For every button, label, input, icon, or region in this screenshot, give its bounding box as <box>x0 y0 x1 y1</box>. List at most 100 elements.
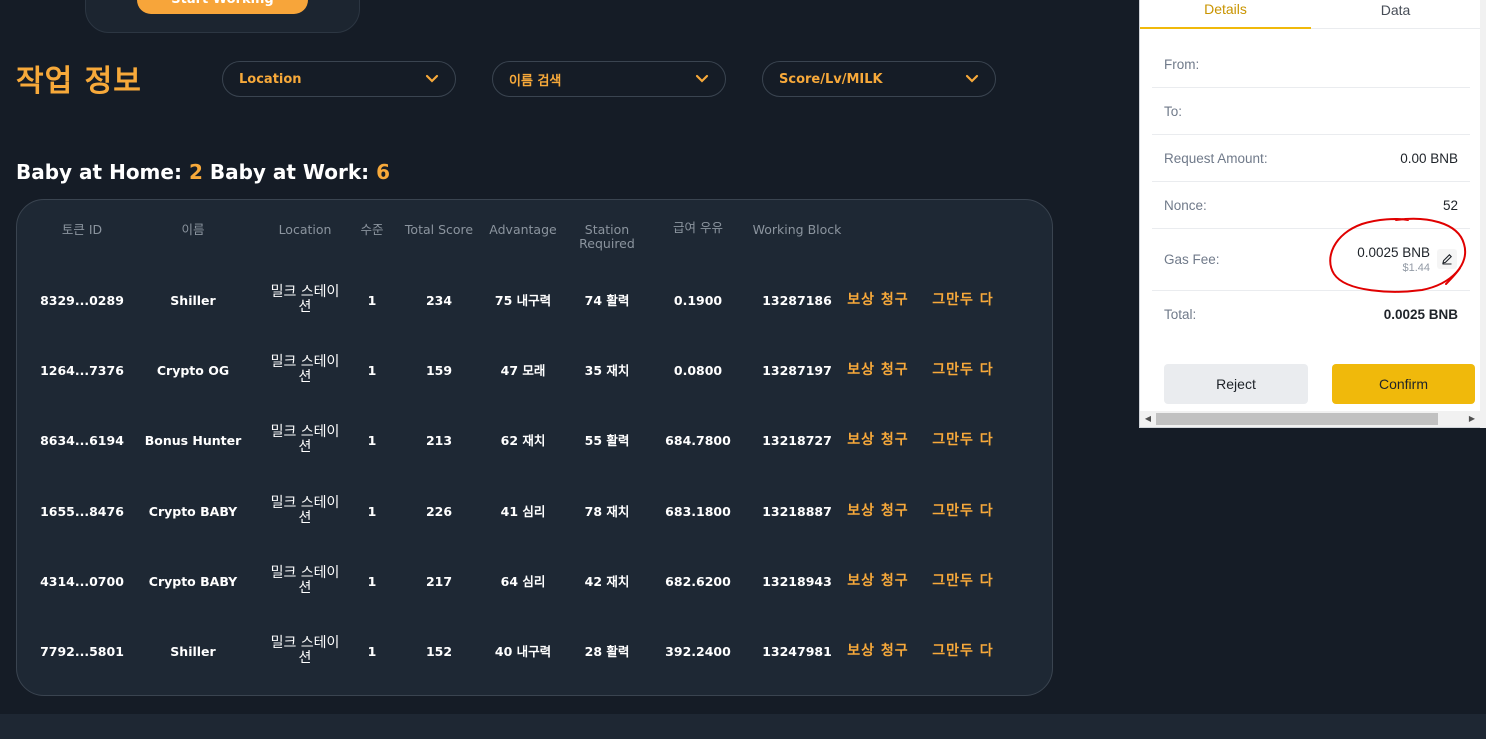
pencil-icon <box>1442 254 1452 265</box>
cell-token-id: 7792...5801 <box>40 643 124 659</box>
scrollbar-thumb[interactable] <box>1156 413 1438 425</box>
request-amount-row: Request Amount: 0.00 BNB <box>1152 135 1470 182</box>
confirm-button[interactable]: Confirm <box>1332 364 1475 404</box>
cell-milk: 0.1900 <box>673 292 723 308</box>
cell-token-id: 1655...8476 <box>40 503 124 519</box>
to-row: To: <box>1152 88 1470 135</box>
cell-level: 1 <box>367 362 377 378</box>
cell-station: 74 활력 <box>584 292 630 308</box>
nonce-value: 52 <box>1442 197 1458 213</box>
cell-total-score: 234 <box>425 292 453 308</box>
cell-level: 1 <box>367 292 377 308</box>
cell-advantage: 75 내구력 <box>494 292 552 308</box>
claim-reward-button[interactable]: 보상 청구 <box>843 405 913 475</box>
request-amount-label: Request Amount: <box>1164 150 1268 166</box>
sort-dropdown[interactable]: Score/Lv/MILK <box>762 61 996 97</box>
tab-data[interactable]: Data <box>1311 0 1480 29</box>
wallet-tabs: Details Data <box>1140 0 1480 29</box>
chevron-down-icon <box>695 74 709 83</box>
cell-milk: 0.0800 <box>673 362 723 378</box>
claim-reward-button[interactable]: 보상 청구 <box>843 616 913 686</box>
claim-reward-button[interactable]: 보상 청구 <box>843 476 913 546</box>
cell-advantage: 47 모래 <box>500 362 546 378</box>
header-level: 수준 <box>360 222 384 237</box>
cell-level: 1 <box>367 432 377 448</box>
cell-token-id: 8329...0289 <box>40 292 124 308</box>
cell-working-block: 13218887 <box>762 503 832 519</box>
cell-token-id: 8634...6194 <box>40 432 124 448</box>
cell-level: 1 <box>367 643 377 659</box>
scroll-left-icon[interactable]: ◀ <box>1140 411 1156 427</box>
from-row: From: <box>1152 41 1470 88</box>
quit-button[interactable]: 그만두 다 <box>927 616 999 686</box>
quit-button[interactable]: 그만두 다 <box>927 335 999 405</box>
from-label: From: <box>1164 56 1200 72</box>
table-row: 1655...8476 Crypto BABY 밀크 스테이션 1 226 41… <box>17 476 1052 546</box>
wallet-confirm-popup: Details Data From: To: Request Amount: 0… <box>1139 0 1486 428</box>
cell-name: Bonus Hunter <box>144 432 242 448</box>
header-total-score: Total Score <box>404 222 474 237</box>
cell-working-block: 13247981 <box>762 643 832 659</box>
cell-advantage: 62 재치 <box>500 432 546 448</box>
cell-location: 밀크 스테이션 <box>270 565 340 596</box>
cell-milk: 683.1800 <box>665 503 731 519</box>
scroll-right-icon[interactable]: ▶ <box>1464 411 1480 427</box>
cell-name: Crypto OG <box>156 362 230 378</box>
quit-button[interactable]: 그만두 다 <box>927 546 999 616</box>
quit-button[interactable]: 그만두 다 <box>927 405 999 475</box>
total-label: Total: <box>1164 306 1197 322</box>
reject-button[interactable]: Reject <box>1164 364 1308 404</box>
cell-advantage: 40 내구력 <box>494 643 552 659</box>
quit-button[interactable]: 그만두 다 <box>927 476 999 546</box>
cell-working-block: 13287186 <box>762 292 832 308</box>
cell-milk: 684.7800 <box>665 432 731 448</box>
cell-working-block: 13287197 <box>762 362 832 378</box>
table-row: 4314...0700 Crypto BABY 밀크 스테이션 1 217 64… <box>17 546 1052 616</box>
header-station-required: Station Required <box>579 222 635 251</box>
header-milk-pay: 급여 우유 <box>673 220 723 235</box>
sort-dropdown-label: Score/Lv/MILK <box>779 71 883 87</box>
cell-working-block: 13218943 <box>762 573 832 589</box>
cell-station: 78 재치 <box>584 503 630 519</box>
location-dropdown[interactable]: Location <box>222 61 456 97</box>
home-label: Baby at Home: <box>16 160 182 184</box>
edit-gas-button[interactable] <box>1437 249 1457 269</box>
cell-name: Shiller <box>170 643 216 659</box>
cell-station: 28 활력 <box>584 643 630 659</box>
name-search-dropdown[interactable]: 이름 검색 <box>492 61 726 97</box>
request-amount-value: 0.00 BNB <box>1400 150 1458 166</box>
cell-station: 42 재치 <box>584 573 630 589</box>
gas-fee-usd: $1.44 <box>1402 262 1430 274</box>
home-count: 2 <box>188 160 203 184</box>
cell-token-id: 1264...7376 <box>40 362 124 378</box>
nonce-row: Nonce: 52 <box>1152 182 1470 229</box>
gas-fee-label: Gas Fee: <box>1164 252 1220 267</box>
cell-working-block: 13218727 <box>762 432 832 448</box>
cell-location: 밀크 스테이션 <box>270 424 340 455</box>
claim-reward-button[interactable]: 보상 청구 <box>843 546 913 616</box>
quit-button[interactable]: 그만두 다 <box>927 265 999 335</box>
table-row: 8634...6194 Bonus Hunter 밀크 스테이션 1 213 6… <box>17 405 1052 475</box>
baby-summary: Baby at Home: 2 Baby at Work: 6 <box>16 160 390 184</box>
page-title: 작업 정보 <box>16 64 142 99</box>
cell-total-score: 159 <box>425 362 453 378</box>
name-search-dropdown-label: 이름 검색 <box>509 73 562 89</box>
vertical-scrollbar[interactable] <box>1480 0 1486 428</box>
tab-details[interactable]: Details <box>1140 0 1311 29</box>
claim-reward-button[interactable]: 보상 청구 <box>843 335 913 405</box>
cell-total-score: 152 <box>425 643 453 659</box>
location-dropdown-label: Location <box>239 71 302 87</box>
claim-reward-button[interactable]: 보상 청구 <box>843 265 913 335</box>
cell-name: Shiller <box>170 292 216 308</box>
table-row: 8329...0289 Shiller 밀크 스테이션 1 234 75 내구력… <box>17 265 1052 335</box>
total-row: Total: 0.0025 BNB <box>1152 291 1470 337</box>
cell-total-score: 213 <box>425 432 453 448</box>
total-value: 0.0025 BNB <box>1383 306 1458 322</box>
work-label: Baby at Work: <box>209 160 370 184</box>
cell-token-id: 4314...0700 <box>40 573 124 589</box>
work-table: 토큰 ID 이름 Location 수준 Total Score Advanta… <box>16 199 1053 696</box>
cell-level: 1 <box>367 503 377 519</box>
horizontal-scrollbar[interactable]: ◀ ▶ <box>1140 411 1480 427</box>
start-working-button[interactable]: Start Working <box>137 0 308 14</box>
to-label: To: <box>1164 103 1183 119</box>
